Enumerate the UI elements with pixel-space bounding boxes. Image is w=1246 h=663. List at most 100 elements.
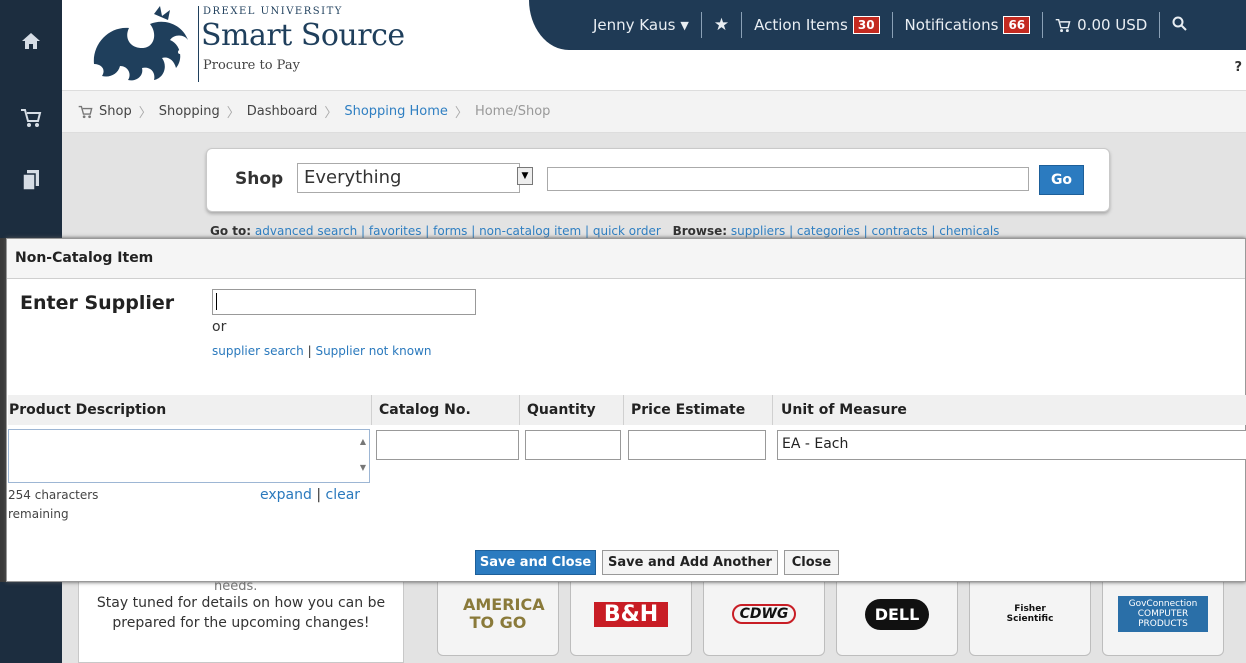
divider: [891, 12, 893, 38]
catalog-no-input[interactable]: [376, 430, 519, 460]
user-name: Jenny Kaus: [593, 16, 676, 34]
breadcrumb-shopping-home[interactable]: Shopping Home: [344, 104, 448, 119]
browse-links-list[interactable]: suppliers | categories | contracts | che…: [731, 224, 999, 238]
unit-of-measure-select[interactable]: EA - Each: [777, 430, 1246, 460]
description-links: expand | clear: [260, 487, 360, 503]
breadcrumb-dashboard[interactable]: Dashboard: [247, 104, 318, 119]
supplier-tile-cdwg[interactable]: CDWG: [703, 572, 825, 656]
item-table-header: [8, 395, 1246, 425]
goto-prefix: Go to:: [210, 224, 252, 238]
column-divider: [623, 395, 624, 425]
app-title: Smart Source: [201, 18, 405, 53]
breadcrumb: Shop 〉 Shopping 〉 Dashboard 〉 Shopping H…: [62, 90, 1246, 133]
text-cursor: [216, 293, 217, 310]
close-button[interactable]: Close: [784, 550, 839, 575]
supplier-links: supplier search | Supplier not known: [212, 344, 432, 358]
dropdown-arrow-icon[interactable]: ▼: [517, 167, 533, 185]
tile-label: AMERICA TO GO: [463, 595, 545, 632]
col-price-estimate: Price Estimate: [631, 402, 746, 418]
tile-label: Fisher Scientific: [1006, 604, 1054, 624]
documents-icon[interactable]: [0, 160, 62, 200]
star-icon[interactable]: ★: [714, 15, 729, 35]
dialog-title: Non-Catalog Item: [7, 239, 1245, 279]
supplier-tile-america-to-go[interactable]: AMERICA TO GO: [437, 572, 559, 656]
col-catalog-no: Catalog No.: [379, 402, 471, 418]
chevron-right-icon: 〉: [454, 106, 468, 121]
column-divider: [772, 395, 773, 425]
tile-label: DELL: [864, 598, 930, 630]
promo-panel: needs. Stay tuned for details on how you…: [78, 570, 404, 663]
promo-text: Stay tuned for details on how you can be…: [96, 595, 386, 631]
enter-supplier-label: Enter Supplier: [20, 292, 175, 314]
save-and-close-button[interactable]: Save and Close: [475, 550, 596, 575]
product-description-textarea[interactable]: ▲ ▼: [8, 429, 370, 483]
chevron-right-icon: 〉: [324, 106, 338, 121]
logo-divider: [198, 6, 199, 82]
header: DREXEL UNIVERSITY Smart Source Procure t…: [62, 0, 1246, 90]
column-divider: [519, 395, 520, 425]
scroll-up-icon[interactable]: ▲: [360, 437, 366, 446]
university-name: DREXEL UNIVERSITY: [203, 6, 343, 17]
supplier-input[interactable]: [212, 289, 476, 315]
goto-links-list[interactable]: advanced search | favorites | forms | no…: [255, 224, 661, 238]
chevron-right-icon: 〉: [138, 106, 152, 121]
cart-total: 0.00 USD: [1077, 16, 1148, 34]
shop-label: Shop: [235, 169, 284, 189]
notifications-badge: 66: [1003, 16, 1031, 34]
cart-link[interactable]: 0.00 USD: [1055, 16, 1147, 34]
cart-icon: [1055, 18, 1071, 32]
scroll-down-icon[interactable]: ▼: [360, 463, 366, 472]
top-bar: Jenny Kaus ▼ ★ Action Items 30 Notificat…: [529, 0, 1246, 50]
action-items-label: Action Items: [754, 16, 848, 34]
divider: [1159, 12, 1161, 38]
breadcrumb-home-shop: Home/Shop: [474, 104, 551, 119]
breadcrumb-shop[interactable]: Shop: [99, 104, 132, 119]
dragon-logo[interactable]: [84, 4, 202, 86]
supplier-tile-dell[interactable]: DELL: [836, 572, 958, 656]
notifications-link[interactable]: Notifications 66: [905, 16, 1031, 34]
col-quantity: Quantity: [527, 402, 596, 418]
supplier-tile-fisher[interactable]: Fisher Scientific: [969, 572, 1091, 656]
app-subtitle: Procure to Pay: [203, 58, 300, 73]
breadcrumb-shopping[interactable]: Shopping: [159, 104, 220, 119]
caret-down-icon: ▼: [680, 18, 689, 32]
or-text: or: [212, 319, 227, 335]
col-product-description: Product Description: [9, 402, 167, 418]
column-divider: [371, 395, 372, 425]
save-and-add-another-button[interactable]: Save and Add Another: [602, 550, 778, 575]
supplier-search-link[interactable]: supplier search: [212, 344, 304, 358]
divider: [1042, 12, 1044, 38]
cart-icon[interactable]: [0, 98, 62, 138]
shop-search-input[interactable]: [547, 167, 1029, 191]
browse-prefix: Browse:: [672, 224, 728, 238]
shop-search-box: Shop Everything ▼ Go: [206, 148, 1110, 212]
help-link[interactable]: ?: [1234, 60, 1242, 75]
divider: [700, 12, 702, 38]
notifications-label: Notifications: [904, 16, 999, 34]
link-separator: |: [316, 487, 326, 503]
supplier-tile-bh[interactable]: B&H: [570, 572, 692, 656]
shop-scope-select[interactable]: Everything: [297, 163, 520, 193]
action-items-link[interactable]: Action Items 30: [754, 16, 880, 34]
characters-remaining: 254 characters remaining: [8, 488, 99, 521]
divider: [741, 12, 743, 38]
tile-label: GovConnection COMPUTER PRODUCTS: [1118, 596, 1208, 632]
user-menu[interactable]: Jenny Kaus ▼: [593, 16, 689, 34]
cart-icon: [78, 105, 93, 118]
search-icon[interactable]: [1172, 16, 1188, 35]
go-button[interactable]: Go: [1039, 165, 1084, 195]
tile-label: B&H: [593, 601, 669, 627]
tile-label: CDWG: [731, 604, 797, 624]
quantity-input[interactable]: [525, 430, 621, 460]
supplier-not-known-link[interactable]: Supplier not known: [315, 344, 431, 358]
expand-link[interactable]: expand: [260, 487, 312, 503]
action-items-badge: 30: [852, 16, 880, 34]
supplier-tile-govconnection[interactable]: GovConnection COMPUTER PRODUCTS: [1102, 572, 1224, 656]
chevron-right-icon: 〉: [226, 106, 240, 121]
price-estimate-input[interactable]: [628, 430, 766, 460]
home-icon[interactable]: [0, 21, 62, 61]
goto-links: Go to: advanced search | favorites | for…: [210, 224, 999, 238]
clear-link[interactable]: clear: [326, 487, 361, 503]
col-unit-of-measure: Unit of Measure: [781, 402, 907, 418]
non-catalog-item-dialog: Non-Catalog Item Enter Supplier or suppl…: [6, 238, 1246, 582]
